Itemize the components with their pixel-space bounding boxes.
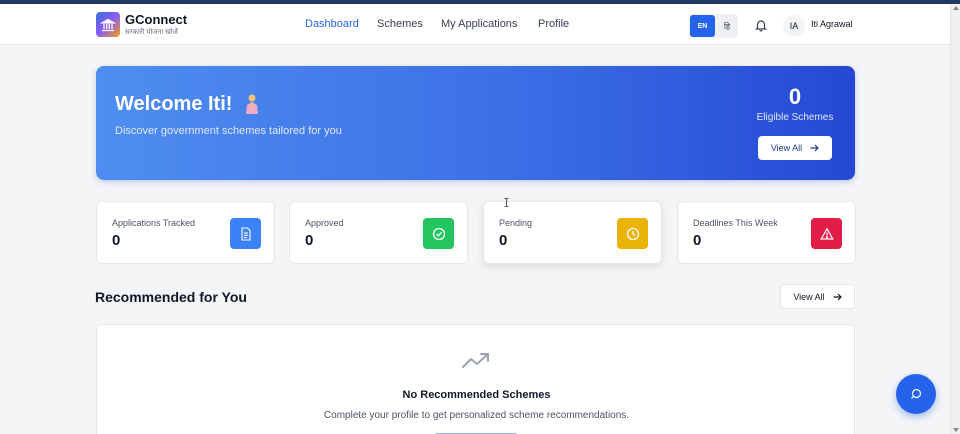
nav-schemes[interactable]: Schemes xyxy=(377,18,423,30)
chat-bubble-icon xyxy=(911,388,922,399)
stat-value: 0 xyxy=(305,232,314,249)
government-building-icon[interactable] xyxy=(96,12,120,37)
stat-label: Deadlines This Week xyxy=(693,218,778,228)
stat-label: Pending xyxy=(499,218,533,228)
brand-tagline: सरकारी योजना खोजें xyxy=(125,29,178,36)
empty-state-subtitle: Complete your profile to get personalize… xyxy=(323,410,630,421)
welcome-subtitle: Discover government schemes tailored for… xyxy=(115,125,342,137)
arrow-right-icon xyxy=(810,144,820,152)
recommended-section-title: Recommended for You xyxy=(95,289,247,305)
scroll-up-icon[interactable] xyxy=(953,6,959,10)
recommended-empty-state: No Recommended Schemes Complete your pro… xyxy=(96,324,855,434)
vertical-scrollbar[interactable] xyxy=(950,4,960,434)
avatar[interactable]: IA xyxy=(783,15,805,37)
lang-hi-button[interactable]: हि xyxy=(718,15,736,37)
check-circle-icon xyxy=(423,218,454,249)
language-toggle: EN हि xyxy=(689,14,738,38)
stat-card-deadlines[interactable]: Deadlines This Week 0 xyxy=(677,201,856,264)
stat-card-applications-tracked[interactable]: Applications Tracked 0 xyxy=(96,201,275,264)
document-icon xyxy=(230,218,261,249)
bell-icon[interactable] xyxy=(755,18,767,32)
stat-label: Applications Tracked xyxy=(112,218,196,228)
clock-icon xyxy=(617,218,648,249)
welcome-banner: Welcome Iti! Discover government schemes… xyxy=(96,66,855,180)
view-all-recommended-label: View All xyxy=(793,291,825,302)
view-all-eligible-button[interactable]: View All xyxy=(758,136,832,160)
nav-my-applications[interactable]: My Applications xyxy=(441,18,517,30)
praying-hands-icon xyxy=(246,94,258,114)
stat-value: 0 xyxy=(112,232,121,249)
empty-state-title: No Recommended Schemes xyxy=(402,389,551,401)
lang-en-button[interactable]: EN xyxy=(690,15,715,37)
stat-label: Approved xyxy=(305,218,344,228)
text-cursor-icon xyxy=(504,198,509,207)
view-all-eligible-label: View All xyxy=(770,143,803,153)
scroll-down-icon[interactable] xyxy=(953,428,959,432)
stat-value: 0 xyxy=(499,232,508,249)
view-all-recommended-button[interactable]: View All xyxy=(780,284,855,309)
eligible-schemes-count: 0 xyxy=(788,84,802,109)
warning-triangle-icon xyxy=(811,218,842,249)
top-navbar: GConnect सरकारी योजना खोजें Dashboard Sc… xyxy=(0,4,950,45)
user-name[interactable]: Iti Agrawal xyxy=(811,19,853,29)
stat-value: 0 xyxy=(693,232,702,249)
welcome-title: Welcome Iti! xyxy=(115,93,233,115)
eligible-schemes-label: Eligible Schemes xyxy=(756,112,834,123)
nav-profile[interactable]: Profile xyxy=(538,18,569,30)
arrow-right-icon xyxy=(833,293,842,300)
stat-card-pending[interactable]: Pending 0 xyxy=(483,201,662,264)
trending-up-icon xyxy=(462,353,489,368)
brand-name[interactable]: GConnect xyxy=(125,12,187,27)
stat-card-approved[interactable]: Approved 0 xyxy=(289,201,468,264)
chat-button[interactable] xyxy=(896,374,936,414)
nav-dashboard[interactable]: Dashboard xyxy=(305,18,359,30)
